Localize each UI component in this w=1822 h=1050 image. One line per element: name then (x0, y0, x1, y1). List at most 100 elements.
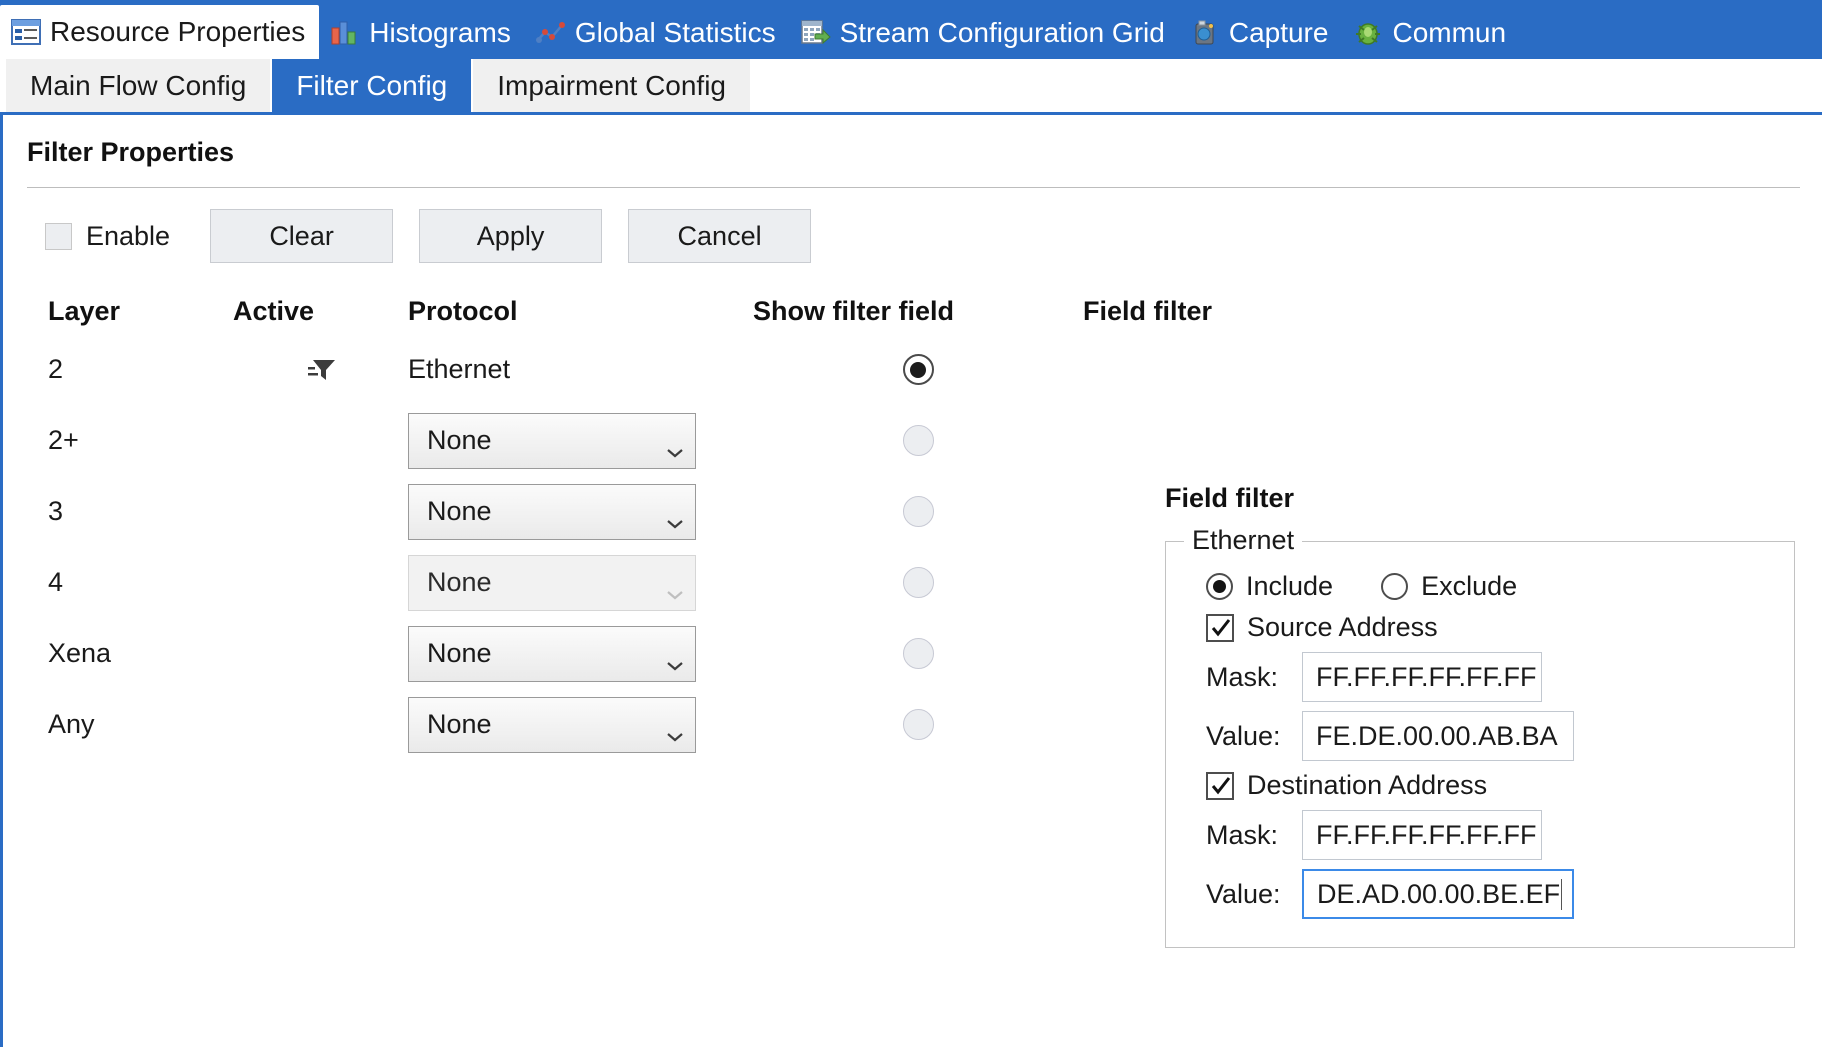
source-value-label: Value: (1206, 720, 1281, 751)
tab-label: Capture (1228, 16, 1329, 48)
source-address-label: Source Address (1247, 612, 1438, 642)
show-filter-field-radio[interactable] (902, 425, 934, 456)
tab-label: Histograms (369, 16, 511, 48)
tab-communication[interactable]: Commun (1342, 6, 1520, 59)
chevron-down-icon (665, 506, 685, 528)
resource-properties-icon (11, 19, 41, 45)
column-header-field-filter: Field filter (1083, 295, 1213, 326)
subtab-label: Main Flow Config (30, 69, 247, 101)
protocol-select-value: None (427, 425, 492, 455)
show-filter-field-cell (753, 354, 1083, 385)
table-row: 2 Ethernet (48, 334, 1822, 405)
filter-toolbar: Enable Clear Apply Cancel (3, 188, 1822, 263)
stream-configuration-grid-icon (800, 19, 831, 46)
show-filter-field-cell (753, 567, 1083, 598)
tab-global-statistics[interactable]: Global Statistics (525, 6, 790, 59)
tab-stream-configuration-grid[interactable]: Stream Configuration Grid (790, 6, 1179, 59)
destination-address-checkbox[interactable] (1206, 771, 1234, 800)
tab-histograms[interactable]: Histograms (319, 6, 525, 59)
protocol-text: Ethernet (408, 354, 511, 384)
column-header-active: Active (233, 295, 315, 326)
destination-value-input[interactable]: DE.AD.00.00.BE.EF (1302, 869, 1574, 919)
destination-address-checkbox-row[interactable]: Destination Address (1206, 770, 1772, 801)
destination-mask-input[interactable]: FF.FF.FF.FF.FF.FF (1302, 810, 1542, 860)
grid-header-row: Layer Active Protocol Show filter field … (48, 288, 1822, 334)
destination-mask-label: Mask: (1206, 819, 1279, 850)
include-label: Include (1246, 571, 1334, 601)
show-filter-field-radio[interactable] (902, 496, 934, 527)
subtab-filter-config[interactable]: Filter Config (272, 59, 472, 112)
tab-resource-properties[interactable]: Resource Properties (0, 5, 320, 59)
protocol-select-value: None (427, 567, 492, 597)
protocol-cell: None (408, 696, 753, 753)
tab-label: Commun (1392, 16, 1507, 48)
column-header-protocol: Protocol (408, 295, 518, 326)
source-address-checkbox-row[interactable]: Source Address (1206, 612, 1772, 643)
filter-funnel-icon[interactable] (306, 356, 336, 384)
protocol-select[interactable]: None (408, 412, 696, 469)
protocol-select-value: None (427, 638, 492, 668)
protocol-cell: None (408, 625, 753, 682)
layer-label: 4 (48, 567, 64, 597)
layer-label: 3 (48, 496, 64, 526)
include-radio[interactable] (1206, 573, 1233, 600)
destination-mask-row: Mask: FF.FF.FF.FF.FF.FF (1206, 810, 1772, 860)
show-filter-field-radio[interactable] (902, 567, 934, 598)
protocol-select[interactable]: None (408, 696, 696, 753)
tab-label: Stream Configuration Grid (839, 16, 1165, 48)
source-value-row: Value: FE.DE.00.00.AB.BA (1206, 711, 1772, 761)
source-value-input[interactable]: FE.DE.00.00.AB.BA (1302, 711, 1574, 761)
source-mask-row: Mask: FF.FF.FF.FF.FF.FF (1206, 652, 1772, 702)
subtab-impairment-config[interactable]: Impairment Config (473, 59, 751, 112)
chevron-down-icon (665, 435, 685, 457)
subtab-main-flow-config[interactable]: Main Flow Config (6, 59, 271, 112)
layer-label: Xena (48, 638, 112, 668)
communication-icon (1353, 20, 1383, 46)
cancel-button[interactable]: Cancel (628, 209, 812, 263)
column-header-show-filter-field: Show filter field (753, 295, 955, 326)
show-filter-field-radio[interactable] (902, 638, 934, 669)
show-filter-field-radio[interactable] (902, 709, 934, 740)
active-cell (233, 356, 408, 384)
protocol-cell: None (408, 483, 753, 540)
layer-label: 2 (48, 354, 64, 384)
exclude-label: Exclude (1421, 571, 1518, 601)
clear-button[interactable]: Clear (210, 209, 394, 263)
show-filter-field-cell (753, 709, 1083, 740)
layer-label: Any (48, 709, 95, 739)
show-filter-field-cell (753, 496, 1083, 527)
protocol-select[interactable]: None (408, 554, 696, 611)
protocol-select[interactable]: None (408, 483, 696, 540)
chevron-down-icon (665, 577, 685, 599)
show-filter-field-cell (753, 425, 1083, 456)
table-row: 2+ None (48, 405, 1822, 476)
enable-checkbox-wrap[interactable]: Enable (45, 221, 170, 252)
layer-label: 2+ (48, 425, 79, 455)
global-statistics-icon (535, 20, 566, 46)
ethernet-group-box: Ethernet Include Exclude Source Address … (1165, 525, 1795, 948)
main-tab-strip: Resource Properties Histograms Global St… (0, 0, 1822, 59)
source-mask-input[interactable]: FF.FF.FF.FF.FF.FF (1302, 652, 1542, 702)
protocol-select-value: None (427, 709, 492, 739)
tab-capture[interactable]: Capture (1179, 6, 1343, 59)
destination-value-text: DE.AD.00.00.BE.EF (1317, 878, 1561, 909)
protocol-select[interactable]: None (408, 625, 696, 682)
capture-icon (1190, 20, 1220, 46)
apply-button[interactable]: Apply (419, 209, 603, 263)
enable-checkbox[interactable] (45, 222, 72, 250)
tab-label: Resource Properties (50, 16, 306, 47)
show-filter-field-radio[interactable] (902, 354, 934, 385)
tab-label: Global Statistics (574, 16, 776, 48)
field-filter-panel: Field filter Ethernet Include Exclude So… (1165, 483, 1795, 948)
page-title: Filter Properties (27, 137, 235, 167)
enable-label: Enable (86, 220, 171, 251)
text-caret (1561, 878, 1562, 910)
destination-value-row: Value: DE.AD.00.00.BE.EF (1206, 869, 1772, 919)
exclude-radio[interactable] (1381, 573, 1409, 600)
source-mask-label: Mask: (1206, 661, 1279, 692)
source-address-checkbox[interactable] (1206, 613, 1234, 642)
destination-value-label: Value: (1206, 878, 1281, 909)
subtab-label: Impairment Config (497, 69, 727, 101)
show-filter-field-cell (753, 638, 1083, 669)
subtab-label: Filter Config (296, 69, 448, 101)
